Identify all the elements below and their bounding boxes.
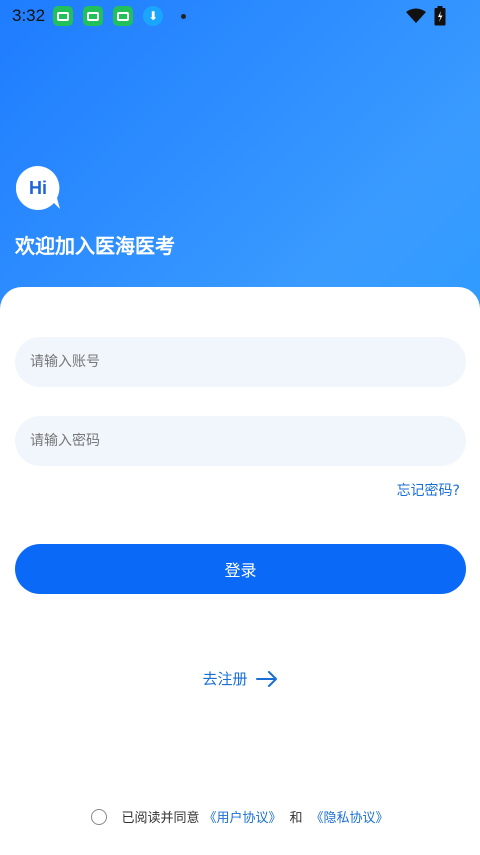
- battery-icon: [434, 6, 446, 26]
- account-input[interactable]: [30, 337, 466, 387]
- password-field[interactable]: [15, 416, 466, 466]
- agree-radio[interactable]: [91, 808, 108, 825]
- hi-bubble-text: Hi: [29, 177, 47, 198]
- agreement-row: 已阅读并同意 《用户协议》 和 《隐私协议》: [0, 807, 480, 826]
- status-right: [406, 6, 446, 26]
- dot-icon: [181, 13, 187, 19]
- arrow-right-icon: [255, 670, 277, 687]
- login-card: 忘记密码? 登录 去注册 已阅读并同意 《用户协议》 和 《隐私协议》: [0, 287, 480, 855]
- password-input[interactable]: [30, 416, 466, 466]
- user-agreement-link[interactable]: 《用户协议》: [203, 807, 281, 826]
- app-notification-icon: [113, 6, 134, 26]
- status-bar: 3:32 ⬇: [0, 0, 480, 32]
- download-icon: ⬇: [143, 6, 164, 26]
- login-button[interactable]: 登录: [15, 544, 466, 594]
- register-link[interactable]: 去注册: [0, 668, 480, 689]
- welcome-title: 欢迎加入医海医考: [15, 234, 175, 258]
- app-notification-icon: [83, 6, 104, 26]
- agreement-and: 和: [289, 811, 303, 826]
- forgot-password-link[interactable]: 忘记密码?: [397, 480, 460, 500]
- hi-bubble-icon: Hi: [16, 166, 60, 210]
- wifi-icon: [406, 8, 426, 23]
- account-field[interactable]: [15, 337, 466, 387]
- register-label: 去注册: [202, 670, 248, 688]
- app-notification-icon: [53, 6, 74, 26]
- privacy-agreement-link[interactable]: 《隐私协议》: [311, 807, 389, 826]
- agreement-prefix: 已阅读并同意: [121, 811, 200, 826]
- status-time: 3:32: [12, 6, 46, 25]
